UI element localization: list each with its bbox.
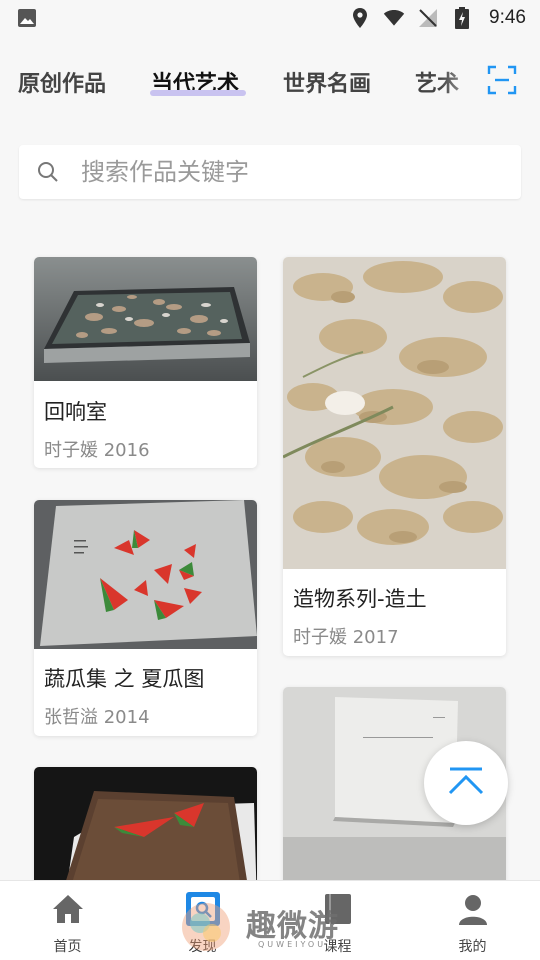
nav-home-label: 首页: [53, 939, 82, 955]
status-bar: 9:46: [0, 0, 540, 36]
nav-profile-label: 我的: [458, 939, 487, 955]
discover-icon: [185, 891, 221, 927]
tab-original-works[interactable]: 原创作品: [18, 66, 106, 98]
artwork-artist-year: 张哲溢 2014: [44, 707, 150, 728]
nav-home[interactable]: 首页: [0, 881, 135, 960]
artwork-card-echo-room[interactable]: 回响室 时子媛 2016: [34, 257, 257, 468]
search-bar[interactable]: [19, 145, 521, 199]
wifi-icon: [383, 7, 405, 29]
scan-button[interactable]: [484, 64, 520, 100]
artwork-artist-year: 时子媛 2017: [293, 627, 399, 648]
battery-charging-icon: [451, 7, 473, 29]
location-icon: [349, 7, 371, 29]
arrow-up-icon: [446, 765, 486, 801]
artwork-image: [34, 500, 257, 649]
artwork-image: [34, 257, 257, 381]
nav-discover-label: 发现: [188, 939, 217, 955]
nav-discover[interactable]: 发现: [135, 881, 270, 960]
artwork-card-creation-earth[interactable]: 造物系列-造土 时子媛 2017: [283, 257, 506, 656]
nav-profile[interactable]: 我的: [405, 881, 540, 960]
tab-world-masterpieces[interactable]: 世界名画: [283, 66, 371, 98]
no-signal-icon: [417, 7, 439, 29]
artwork-artist-year: 时子媛 2016: [44, 440, 150, 461]
active-tab-indicator: [150, 90, 246, 96]
artwork-card-summer-melon[interactable]: 蔬瓜集 之 夏瓜图 张哲溢 2014: [34, 500, 257, 736]
artwork-title: 造物系列-造土: [293, 587, 427, 611]
nav-courses-label: 课程: [323, 939, 352, 955]
scan-icon: [487, 65, 517, 99]
home-icon: [50, 891, 86, 927]
profile-icon: [455, 891, 491, 927]
back-to-top-button[interactable]: [424, 741, 508, 825]
search-input[interactable]: [81, 158, 481, 186]
artwork-title: 蔬瓜集 之 夏瓜图: [44, 667, 205, 691]
bottom-navigation: 首页 发现 课程 我的: [0, 880, 540, 960]
book-icon: [320, 891, 356, 927]
artwork-image: [283, 257, 506, 569]
nav-courses[interactable]: 课程: [270, 881, 405, 960]
clock: 9:46: [489, 7, 526, 28]
artwork-title: 回响室: [44, 400, 107, 424]
search-icon: [37, 161, 59, 183]
image-notification-icon: [16, 7, 38, 29]
